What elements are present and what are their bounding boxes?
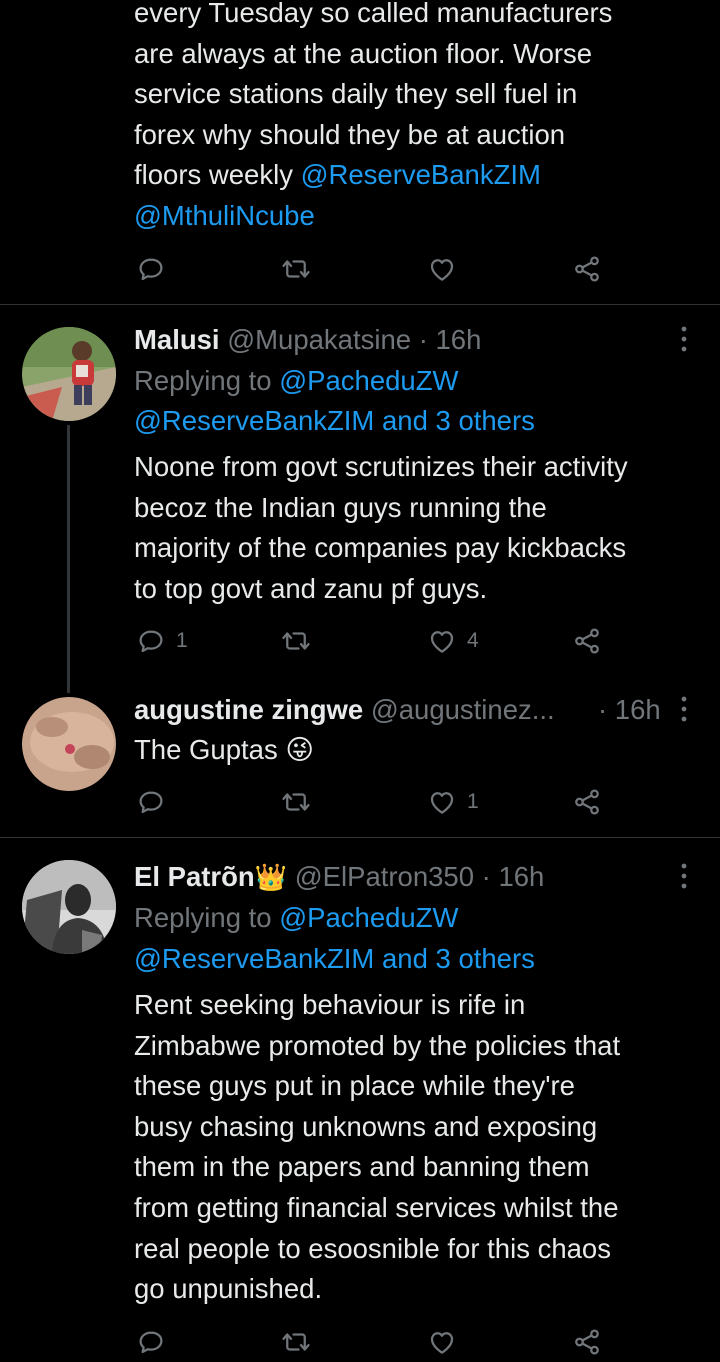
reply-count: 1 (176, 629, 188, 652)
replying-to-label: Replying to (134, 902, 280, 933)
heart-icon (427, 787, 457, 817)
tweet-text-line: go unpunished. (134, 1273, 323, 1304)
like-count: 4 (467, 629, 479, 652)
divider (0, 304, 720, 305)
avatar[interactable] (22, 327, 116, 421)
tweet-text-line: from getting financial services whilst t… (134, 1192, 619, 1223)
tweet-text-line: to top govt and zanu pf guys. (134, 573, 488, 604)
handle[interactable]: @augustinez... (371, 694, 555, 725)
reply-icon (136, 626, 166, 656)
heart-icon (427, 254, 457, 284)
crown-emoji: 👑 (254, 863, 288, 893)
timestamp[interactable]: · 16h (598, 690, 661, 730)
reply-icon (136, 787, 166, 817)
mention-link[interactable]: @PacheduZW (279, 365, 458, 396)
more-options-button[interactable] (676, 694, 692, 724)
like-button[interactable]: 4 (427, 621, 479, 661)
avatar-image (22, 697, 116, 791)
display-name[interactable]: Malusi (134, 324, 220, 355)
handle[interactable]: @Mupakatsine (227, 324, 411, 355)
share-button[interactable] (572, 1322, 602, 1362)
tweet-text-line: forex why should they be at auction (134, 119, 566, 150)
more-options-icon (676, 694, 692, 724)
tweet-header: El Patrõn👑 @ElPatron350 · 16h (134, 857, 544, 898)
tweet-text-line: floors weekly @ReserveBankZIM (134, 155, 541, 196)
reply-icon (136, 1327, 166, 1357)
replying-to-others-link[interactable]: @ReserveBankZIM and 3 others (134, 939, 535, 980)
tweet-text-line: busy chasing unknowns and exposing (134, 1111, 598, 1142)
reply-button[interactable] (136, 1322, 166, 1362)
tweet-header: augustine zingwe @augustinez... (134, 690, 555, 730)
replying-to-others-link[interactable]: @ReserveBankZIM and 3 others (134, 401, 535, 442)
avatar[interactable] (22, 860, 116, 954)
display-name[interactable]: augustine zingwe (134, 694, 363, 725)
tweet-text-line: real people to esoosnible for this chaos (134, 1233, 611, 1264)
like-button[interactable] (427, 249, 457, 289)
more-options-button[interactable] (676, 324, 692, 354)
share-button[interactable] (572, 621, 602, 661)
retweet-button[interactable] (281, 782, 311, 822)
avatar-image (22, 860, 116, 954)
share-button[interactable] (572, 782, 602, 822)
tweet-text-fragment: floors weekly (134, 159, 301, 190)
share-icon (572, 787, 602, 817)
replying-to-label: Replying to (134, 365, 280, 396)
tweet-text-line: Zimbabwe promoted by the policies that (134, 1030, 621, 1061)
replying-to-line: Replying to @PacheduZW (134, 898, 458, 939)
tweet-text-line: these guys put in place while they're (134, 1070, 575, 1101)
retweet-button[interactable] (281, 621, 311, 661)
tweet-text-line: Rent seeking behaviour is rife in (134, 989, 526, 1020)
reply-button[interactable] (136, 249, 166, 289)
retweet-icon (281, 254, 311, 284)
share-icon (572, 626, 602, 656)
retweet-icon (281, 626, 311, 656)
tweet-header: Malusi @Mupakatsine · 16h (134, 320, 481, 360)
like-count: 1 (467, 790, 479, 813)
more-options-icon (676, 861, 692, 891)
share-button[interactable] (572, 249, 602, 289)
reply-button[interactable]: 1 (136, 621, 188, 661)
reply-button[interactable] (136, 782, 166, 822)
winking-tongue-emoji: 😜 (285, 734, 315, 766)
tweet-text-line: service stations daily they sell fuel in (134, 78, 578, 109)
timestamp[interactable]: · 16h (419, 324, 482, 355)
like-button[interactable]: 1 (427, 782, 479, 822)
more-options-button[interactable] (676, 861, 692, 891)
divider (0, 837, 720, 838)
retweet-icon (281, 787, 311, 817)
tweet-text-line: every Tuesday so called manufacturers (134, 0, 613, 28)
replying-to-line: Replying to @PacheduZW (134, 361, 458, 402)
share-icon (572, 254, 602, 284)
tweet-text-line: are always at the auction floor. Worse (134, 38, 593, 69)
retweet-icon (281, 1327, 311, 1357)
heart-icon (427, 1327, 457, 1357)
avatar[interactable] (22, 697, 116, 791)
tweet-text: The Guptas (134, 734, 278, 765)
mention-link[interactable]: @PacheduZW (279, 902, 458, 933)
reply-icon (136, 254, 166, 284)
tweet-text-line: them in the papers and banning them (134, 1151, 590, 1182)
tweet-text-line: becoz the Indian guys running the (134, 492, 547, 523)
like-button[interactable] (427, 1322, 457, 1362)
thread-connector-line (67, 425, 70, 693)
avatar-image (22, 327, 116, 421)
timestamp[interactable]: · 16h (482, 861, 545, 892)
mention-link[interactable]: @ReserveBankZIM (301, 159, 541, 190)
display-name[interactable]: El Patrõn (134, 861, 255, 892)
retweet-button[interactable] (281, 1322, 311, 1362)
tweet-text-line: Noone from govt scrutinizes their activi… (134, 451, 628, 482)
share-icon (572, 1327, 602, 1357)
heart-icon (427, 626, 457, 656)
mention-link[interactable]: @MthuliNcube (134, 196, 315, 237)
handle[interactable]: @ElPatron350 (295, 861, 474, 892)
tweet-text-line: majority of the companies pay kickbacks (134, 532, 627, 563)
tweet-text-line: The Guptas 😜 (134, 730, 314, 771)
more-options-icon (676, 324, 692, 354)
retweet-button[interactable] (281, 249, 311, 289)
